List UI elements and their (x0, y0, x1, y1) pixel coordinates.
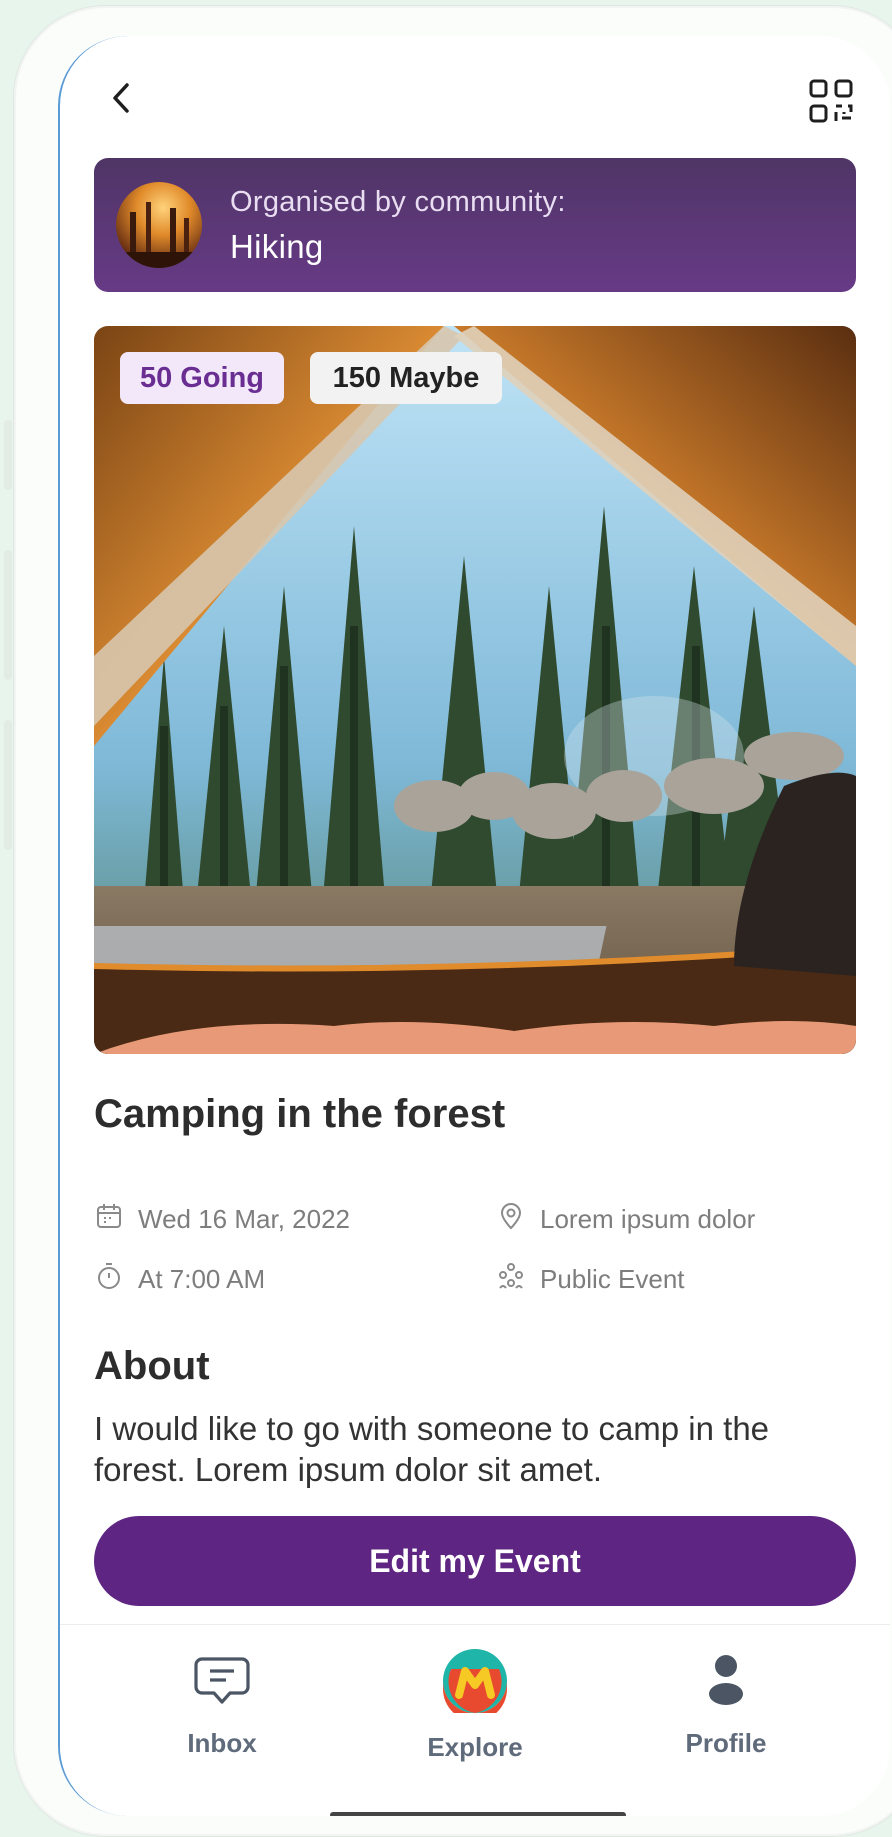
going-count-badge[interactable]: 50 Going (120, 352, 284, 404)
explore-logo-icon (443, 1649, 507, 1721)
phone-frame: Organised by community: Hiking 50 Going … (14, 6, 892, 1836)
organizer-banner[interactable]: Organised by community: Hiking (94, 158, 856, 292)
person-icon (696, 1649, 756, 1714)
phone-side-button (4, 550, 12, 680)
event-location: Lorem ipsum dolor (540, 1204, 756, 1234)
community-avatar (116, 182, 202, 268)
qr-code-icon[interactable] (808, 78, 854, 124)
organizer-caption: Organised by community: (230, 186, 566, 218)
event-time-row: At 7:00 AM (94, 1261, 265, 1298)
event-date-row: Wed 16 Mar, 2022 (94, 1201, 350, 1238)
tab-explore[interactable]: Explore (375, 1649, 575, 1763)
back-arrow-icon[interactable] (104, 80, 140, 116)
community-name: Hiking (230, 228, 324, 265)
about-text: I would like to go with someone to camp … (94, 1410, 770, 1488)
event-date: Wed 16 Mar, 2022 (138, 1204, 350, 1234)
phone-side-button (4, 720, 12, 850)
event-time: At 7:00 AM (138, 1264, 266, 1294)
tab-profile-label: Profile (685, 1728, 767, 1758)
calendar-icon (94, 1201, 124, 1238)
event-visibility: Public Event (540, 1264, 685, 1294)
app-screen: Organised by community: Hiking 50 Going … (58, 36, 890, 1816)
event-title: Camping in the forest (94, 1092, 506, 1136)
tab-profile[interactable]: Profile (626, 1649, 826, 1759)
edit-event-button[interactable]: Edit my Event (94, 1516, 856, 1606)
event-photo (94, 326, 856, 1054)
stopwatch-icon (94, 1261, 124, 1298)
tab-inbox[interactable]: Inbox (122, 1649, 322, 1759)
location-pin-icon (496, 1201, 526, 1238)
home-indicator[interactable] (330, 1812, 626, 1816)
chat-bubble-icon (192, 1649, 252, 1714)
people-group-icon (496, 1261, 526, 1298)
event-location-row[interactable]: Lorem ipsum dolor (496, 1201, 755, 1238)
about-heading: About (94, 1344, 210, 1388)
bottom-tab-bar: Inbox Explore Profile (60, 1624, 890, 1816)
phone-side-button (4, 420, 12, 490)
maybe-count-badge[interactable]: 150 Maybe (310, 352, 502, 404)
event-visibility-row: Public Event (496, 1261, 685, 1298)
tab-explore-label: Explore (427, 1732, 523, 1762)
tab-inbox-label: Inbox (187, 1728, 257, 1758)
